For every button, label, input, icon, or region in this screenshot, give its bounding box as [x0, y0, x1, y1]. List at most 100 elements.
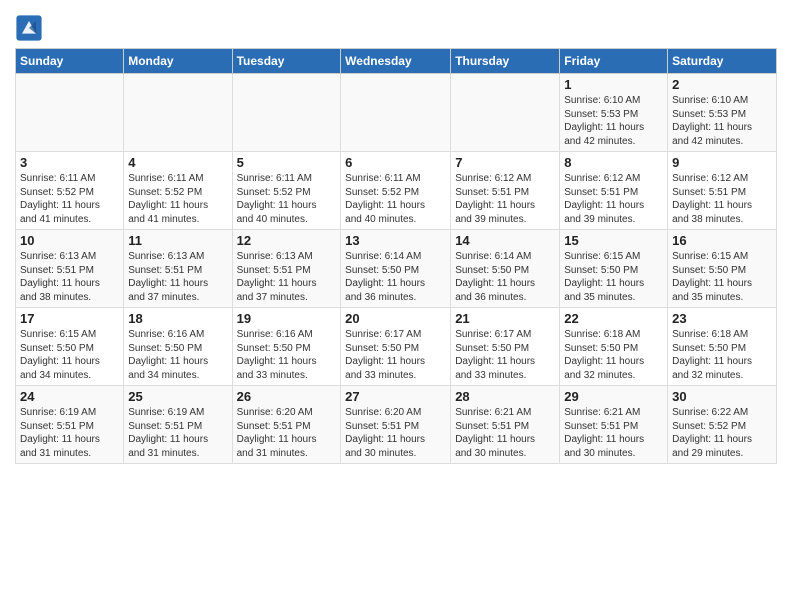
day-number: 8	[564, 155, 663, 170]
day-info: Sunrise: 6:18 AM Sunset: 5:50 PM Dayligh…	[564, 328, 663, 382]
day-number: 1	[564, 77, 663, 92]
day-info: Sunrise: 6:16 AM Sunset: 5:50 PM Dayligh…	[128, 328, 227, 382]
day-info: Sunrise: 6:13 AM Sunset: 5:51 PM Dayligh…	[20, 250, 119, 304]
calendar-cell: 27Sunrise: 6:20 AM Sunset: 5:51 PM Dayli…	[341, 386, 451, 464]
logo-icon	[15, 14, 43, 42]
calendar-cell: 13 Sunrise: 6:14 AM Sunset: 5:50 PM Dayli…	[341, 230, 451, 308]
day-info: Sunrise: 6:14 AM Sunset: 5:50 PM Dayligh…	[345, 250, 446, 304]
weekday-header-sunday: Sunday	[16, 49, 124, 74]
day-number: 20	[345, 311, 446, 326]
day-info: Sunrise: 6:11 AM Sunset: 5:52 PM Dayligh…	[20, 172, 119, 226]
day-info: Sunrise: 6:11 AM Sunset: 5:52 PM Dayligh…	[237, 172, 337, 226]
calendar-cell: 7 Sunrise: 6:12 AM Sunset: 5:51 PM Daylig…	[451, 152, 560, 230]
weekday-header-row: SundayMondayTuesdayWednesdayThursdayFrid…	[16, 49, 777, 74]
day-info: Sunrise: 6:21 AM Sunset: 5:51 PM Dayligh…	[455, 406, 555, 460]
calendar-cell: 23 Sunrise: 6:18 AM Sunset: 5:50 PM Dayli…	[668, 308, 777, 386]
calendar-cell: 26Sunrise: 6:20 AM Sunset: 5:51 PM Dayli…	[232, 386, 341, 464]
calendar-cell: 21 Sunrise: 6:17 AM Sunset: 5:50 PM Dayli…	[451, 308, 560, 386]
day-number: 4	[128, 155, 227, 170]
day-number: 13	[345, 233, 446, 248]
calendar-cell: 16 Sunrise: 6:15 AM Sunset: 5:50 PM Dayli…	[668, 230, 777, 308]
calendar-cell: 15 Sunrise: 6:15 AM Sunset: 5:50 PM Dayli…	[560, 230, 668, 308]
day-number: 23	[672, 311, 772, 326]
day-number: 24	[20, 389, 119, 404]
day-info: Sunrise: 6:20 AM Sunset: 5:51 PM Dayligh…	[237, 406, 337, 460]
weekday-header-tuesday: Tuesday	[232, 49, 341, 74]
calendar-cell: 30 Sunrise: 6:22 AM Sunset: 5:52 PM Dayli…	[668, 386, 777, 464]
week-row-0: 1 Sunrise: 6:10 AM Sunset: 5:53 PM Daylig…	[16, 74, 777, 152]
calendar-cell	[451, 74, 560, 152]
day-number: 30	[672, 389, 772, 404]
calendar-cell: 25 Sunrise: 6:19 AM Sunset: 5:51 PM Dayli…	[124, 386, 232, 464]
calendar-cell: 4 Sunrise: 6:11 AM Sunset: 5:52 PM Daylig…	[124, 152, 232, 230]
weekday-header-friday: Friday	[560, 49, 668, 74]
day-number: 29	[564, 389, 663, 404]
weekday-header-thursday: Thursday	[451, 49, 560, 74]
calendar-cell: 3 Sunrise: 6:11 AM Sunset: 5:52 PM Daylig…	[16, 152, 124, 230]
day-info: Sunrise: 6:13 AM Sunset: 5:51 PM Dayligh…	[237, 250, 337, 304]
day-number: 14	[455, 233, 555, 248]
day-info: Sunrise: 6:15 AM Sunset: 5:50 PM Dayligh…	[564, 250, 663, 304]
day-number: 22	[564, 311, 663, 326]
day-number: 15	[564, 233, 663, 248]
header	[15, 10, 777, 42]
day-number: 25	[128, 389, 227, 404]
calendar-cell: 5 Sunrise: 6:11 AM Sunset: 5:52 PM Daylig…	[232, 152, 341, 230]
day-info: Sunrise: 6:22 AM Sunset: 5:52 PM Dayligh…	[672, 406, 772, 460]
day-info: Sunrise: 6:15 AM Sunset: 5:50 PM Dayligh…	[20, 328, 119, 382]
weekday-header-monday: Monday	[124, 49, 232, 74]
calendar-cell: 29Sunrise: 6:21 AM Sunset: 5:51 PM Dayli…	[560, 386, 668, 464]
calendar-cell: 10 Sunrise: 6:13 AM Sunset: 5:51 PM Dayli…	[16, 230, 124, 308]
calendar-cell: 24 Sunrise: 6:19 AM Sunset: 5:51 PM Dayli…	[16, 386, 124, 464]
day-number: 16	[672, 233, 772, 248]
day-number: 28	[455, 389, 555, 404]
calendar-cell: 20Sunrise: 6:17 AM Sunset: 5:50 PM Dayli…	[341, 308, 451, 386]
calendar-cell: 28 Sunrise: 6:21 AM Sunset: 5:51 PM Dayli…	[451, 386, 560, 464]
calendar-cell: 22 Sunrise: 6:18 AM Sunset: 5:50 PM Dayli…	[560, 308, 668, 386]
calendar-cell: 1 Sunrise: 6:10 AM Sunset: 5:53 PM Daylig…	[560, 74, 668, 152]
calendar-cell: 8 Sunrise: 6:12 AM Sunset: 5:51 PM Daylig…	[560, 152, 668, 230]
week-row-2: 10 Sunrise: 6:13 AM Sunset: 5:51 PM Dayli…	[16, 230, 777, 308]
day-info: Sunrise: 6:11 AM Sunset: 5:52 PM Dayligh…	[345, 172, 446, 226]
day-info: Sunrise: 6:15 AM Sunset: 5:50 PM Dayligh…	[672, 250, 772, 304]
calendar-cell	[124, 74, 232, 152]
week-row-1: 3 Sunrise: 6:11 AM Sunset: 5:52 PM Daylig…	[16, 152, 777, 230]
day-number: 6	[345, 155, 446, 170]
day-number: 17	[20, 311, 119, 326]
calendar-cell: 17 Sunrise: 6:15 AM Sunset: 5:50 PM Dayli…	[16, 308, 124, 386]
day-info: Sunrise: 6:10 AM Sunset: 5:53 PM Dayligh…	[564, 94, 663, 148]
day-number: 19	[237, 311, 337, 326]
calendar-body: 1 Sunrise: 6:10 AM Sunset: 5:53 PM Daylig…	[16, 74, 777, 464]
day-number: 7	[455, 155, 555, 170]
day-number: 10	[20, 233, 119, 248]
day-info: Sunrise: 6:11 AM Sunset: 5:52 PM Dayligh…	[128, 172, 227, 226]
calendar: SundayMondayTuesdayWednesdayThursdayFrid…	[15, 48, 777, 464]
calendar-cell: 18 Sunrise: 6:16 AM Sunset: 5:50 PM Dayli…	[124, 308, 232, 386]
calendar-cell: 2Sunrise: 6:10 AM Sunset: 5:53 PM Daylig…	[668, 74, 777, 152]
calendar-cell: 9Sunrise: 6:12 AM Sunset: 5:51 PM Daylig…	[668, 152, 777, 230]
day-number: 11	[128, 233, 227, 248]
calendar-cell: 11Sunrise: 6:13 AM Sunset: 5:51 PM Dayli…	[124, 230, 232, 308]
day-info: Sunrise: 6:19 AM Sunset: 5:51 PM Dayligh…	[20, 406, 119, 460]
day-info: Sunrise: 6:12 AM Sunset: 5:51 PM Dayligh…	[455, 172, 555, 226]
day-info: Sunrise: 6:18 AM Sunset: 5:50 PM Dayligh…	[672, 328, 772, 382]
day-info: Sunrise: 6:12 AM Sunset: 5:51 PM Dayligh…	[564, 172, 663, 226]
logo	[15, 14, 47, 42]
day-info: Sunrise: 6:12 AM Sunset: 5:51 PM Dayligh…	[672, 172, 772, 226]
calendar-cell	[232, 74, 341, 152]
calendar-cell: 6 Sunrise: 6:11 AM Sunset: 5:52 PM Daylig…	[341, 152, 451, 230]
day-number: 18	[128, 311, 227, 326]
day-number: 3	[20, 155, 119, 170]
calendar-cell: 19 Sunrise: 6:16 AM Sunset: 5:50 PM Dayli…	[232, 308, 341, 386]
weekday-header-wednesday: Wednesday	[341, 49, 451, 74]
day-info: Sunrise: 6:14 AM Sunset: 5:50 PM Dayligh…	[455, 250, 555, 304]
day-number: 21	[455, 311, 555, 326]
day-info: Sunrise: 6:10 AM Sunset: 5:53 PM Dayligh…	[672, 94, 772, 148]
day-info: Sunrise: 6:16 AM Sunset: 5:50 PM Dayligh…	[237, 328, 337, 382]
day-info: Sunrise: 6:20 AM Sunset: 5:51 PM Dayligh…	[345, 406, 446, 460]
day-info: Sunrise: 6:17 AM Sunset: 5:50 PM Dayligh…	[455, 328, 555, 382]
day-number: 5	[237, 155, 337, 170]
day-info: Sunrise: 6:19 AM Sunset: 5:51 PM Dayligh…	[128, 406, 227, 460]
calendar-cell	[341, 74, 451, 152]
week-row-4: 24 Sunrise: 6:19 AM Sunset: 5:51 PM Dayli…	[16, 386, 777, 464]
